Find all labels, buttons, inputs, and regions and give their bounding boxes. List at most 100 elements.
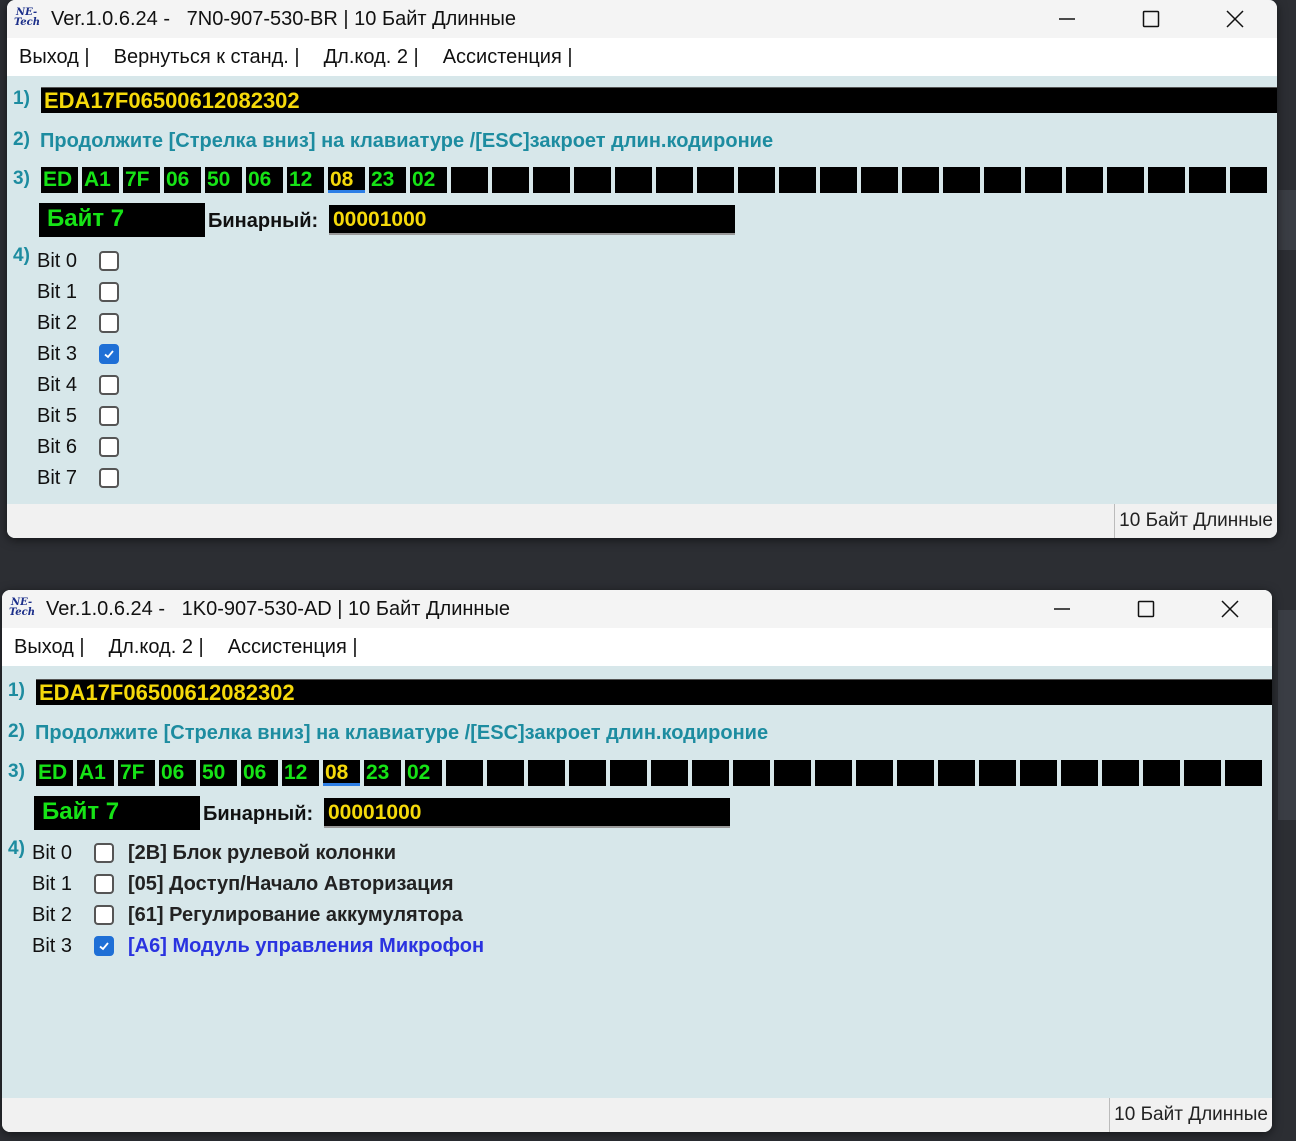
byte-cell-empty[interactable] xyxy=(1061,760,1098,786)
minimize-button[interactable] xyxy=(1025,0,1109,38)
bit-checkbox[interactable] xyxy=(94,874,114,894)
byte-cell[interactable]: 12 xyxy=(287,167,324,193)
byte-cell[interactable]: 23 xyxy=(369,167,406,193)
byte-cell-empty[interactable] xyxy=(528,760,565,786)
bit-checkbox[interactable] xyxy=(99,406,119,426)
byte-cell-empty[interactable] xyxy=(1102,760,1139,786)
byte-cell-empty[interactable] xyxy=(897,760,934,786)
long-code-field[interactable]: EDA17F06500612082302 xyxy=(36,679,1272,705)
byte-cell-empty[interactable] xyxy=(738,167,775,193)
byte-cell-empty[interactable] xyxy=(1143,760,1180,786)
byte-cell-empty[interactable] xyxy=(697,167,734,193)
byte-cell-empty[interactable] xyxy=(1225,760,1262,786)
byte-cell[interactable]: A1 xyxy=(77,760,114,786)
menu-exit[interactable]: Выход | xyxy=(19,46,90,69)
byte-cell-empty[interactable] xyxy=(979,760,1016,786)
byte-cell[interactable]: A1 xyxy=(82,167,119,193)
byte-cell-empty[interactable] xyxy=(610,760,647,786)
byte-cell[interactable]: 08 xyxy=(328,167,365,193)
bit-checkbox[interactable] xyxy=(99,344,119,364)
byte-cell-empty[interactable] xyxy=(492,167,529,193)
byte-cell-empty[interactable] xyxy=(1025,167,1062,193)
menu-exit[interactable]: Выход | xyxy=(14,636,85,659)
menu-long-code-2[interactable]: Дл.код. 2 | xyxy=(324,46,419,69)
step-3-label: 3) xyxy=(13,168,30,189)
byte-cell[interactable]: 02 xyxy=(410,167,447,193)
byte-cell-empty[interactable] xyxy=(533,167,570,193)
byte-cell-empty[interactable] xyxy=(774,760,811,786)
bit-label: Bit 0 xyxy=(37,249,78,272)
byte-cell-empty[interactable] xyxy=(451,167,488,193)
byte-cell[interactable]: 06 xyxy=(164,167,201,193)
byte-cell-empty[interactable] xyxy=(446,760,483,786)
maximize-button[interactable] xyxy=(1104,590,1188,628)
byte-cell[interactable]: 50 xyxy=(200,760,237,786)
bit-checkbox[interactable] xyxy=(99,313,119,333)
byte-cell-empty[interactable] xyxy=(569,760,606,786)
bit-checkbox[interactable] xyxy=(94,843,114,863)
bit-checkbox[interactable] xyxy=(99,437,119,457)
byte-cell[interactable]: 06 xyxy=(159,760,196,786)
byte-cell-empty[interactable] xyxy=(651,760,688,786)
byte-cell-empty[interactable] xyxy=(656,167,693,193)
byte-cell[interactable]: ED xyxy=(41,167,78,193)
minimize-button[interactable] xyxy=(1020,590,1104,628)
title-bar[interactable]: NE- Tech Ver.1.0.6.24 - 1K0-907-530-AD | … xyxy=(2,590,1272,628)
byte-cell-empty[interactable] xyxy=(902,167,939,193)
close-button[interactable] xyxy=(1193,0,1277,38)
byte-cell[interactable]: 06 xyxy=(241,760,278,786)
byte-cell[interactable]: 08 xyxy=(323,760,360,786)
bit-checkbox[interactable] xyxy=(99,251,119,271)
status-text: 10 Байт Длинные xyxy=(1109,1098,1268,1132)
window-title: Ver.1.0.6.24 - 1K0-907-530-AD | 10 Байт … xyxy=(46,597,510,620)
instruction-text: Продолжите [Стрелка вниз] на клавиатуре … xyxy=(40,130,774,152)
byte-cell-empty[interactable] xyxy=(1020,760,1057,786)
byte-cell[interactable]: 7F xyxy=(118,760,155,786)
window-title: Ver.1.0.6.24 - 7N0-907-530-BR | 10 Байт … xyxy=(51,7,517,30)
close-button[interactable] xyxy=(1188,590,1272,628)
byte-cell-empty[interactable] xyxy=(938,760,975,786)
byte-cell-empty[interactable] xyxy=(856,760,893,786)
maximize-button[interactable] xyxy=(1109,0,1193,38)
byte-cell-empty[interactable] xyxy=(1184,760,1221,786)
byte-cell-empty[interactable] xyxy=(574,167,611,193)
byte-cell[interactable]: 50 xyxy=(205,167,242,193)
byte-cell[interactable]: 7F xyxy=(123,167,160,193)
bit-checkbox[interactable] xyxy=(94,905,114,925)
menu-back-to-standard[interactable]: Вернуться к станд. | xyxy=(114,46,300,69)
byte-cell-empty[interactable] xyxy=(820,167,857,193)
menu-long-code-2[interactable]: Дл.код. 2 | xyxy=(109,636,204,659)
byte-cell-empty[interactable] xyxy=(1107,167,1144,193)
byte-cell-empty[interactable] xyxy=(1189,167,1226,193)
bit-checkbox[interactable] xyxy=(99,375,119,395)
byte-cell[interactable]: 23 xyxy=(364,760,401,786)
byte-cell[interactable]: 12 xyxy=(282,760,319,786)
bit-label: Bit 1 xyxy=(32,872,73,895)
bit-checkbox[interactable] xyxy=(99,282,119,302)
byte-cell-empty[interactable] xyxy=(1230,167,1267,193)
byte-cell[interactable]: 02 xyxy=(405,760,442,786)
binary-value-field[interactable]: 00001000 xyxy=(329,205,735,235)
menu-assistance[interactable]: Ассистенция | xyxy=(228,636,358,659)
byte-cell-empty[interactable] xyxy=(692,760,729,786)
byte-cell-empty[interactable] xyxy=(615,167,652,193)
byte-cell-empty[interactable] xyxy=(487,760,524,786)
coding-window-2: NE- Tech Ver.1.0.6.24 - 1K0-907-530-AD | … xyxy=(2,590,1272,1132)
step-3-label: 3) xyxy=(8,761,25,782)
byte-cell[interactable]: ED xyxy=(36,760,73,786)
byte-cell-empty[interactable] xyxy=(943,167,980,193)
byte-cell-empty[interactable] xyxy=(779,167,816,193)
byte-cell-empty[interactable] xyxy=(1066,167,1103,193)
bit-checkbox[interactable] xyxy=(94,936,114,956)
byte-cell[interactable]: 06 xyxy=(246,167,283,193)
byte-cell-empty[interactable] xyxy=(861,167,898,193)
byte-cell-empty[interactable] xyxy=(815,760,852,786)
bit-checkbox[interactable] xyxy=(99,468,119,488)
byte-cell-empty[interactable] xyxy=(733,760,770,786)
long-code-field[interactable]: EDA17F06500612082302 xyxy=(41,87,1277,113)
byte-cell-empty[interactable] xyxy=(984,167,1021,193)
title-bar[interactable]: NE- Tech Ver.1.0.6.24 - 7N0-907-530-BR | … xyxy=(7,0,1277,38)
byte-cell-empty[interactable] xyxy=(1148,167,1185,193)
binary-value-field[interactable]: 00001000 xyxy=(324,798,730,828)
menu-assistance[interactable]: Ассистенция | xyxy=(443,46,573,69)
